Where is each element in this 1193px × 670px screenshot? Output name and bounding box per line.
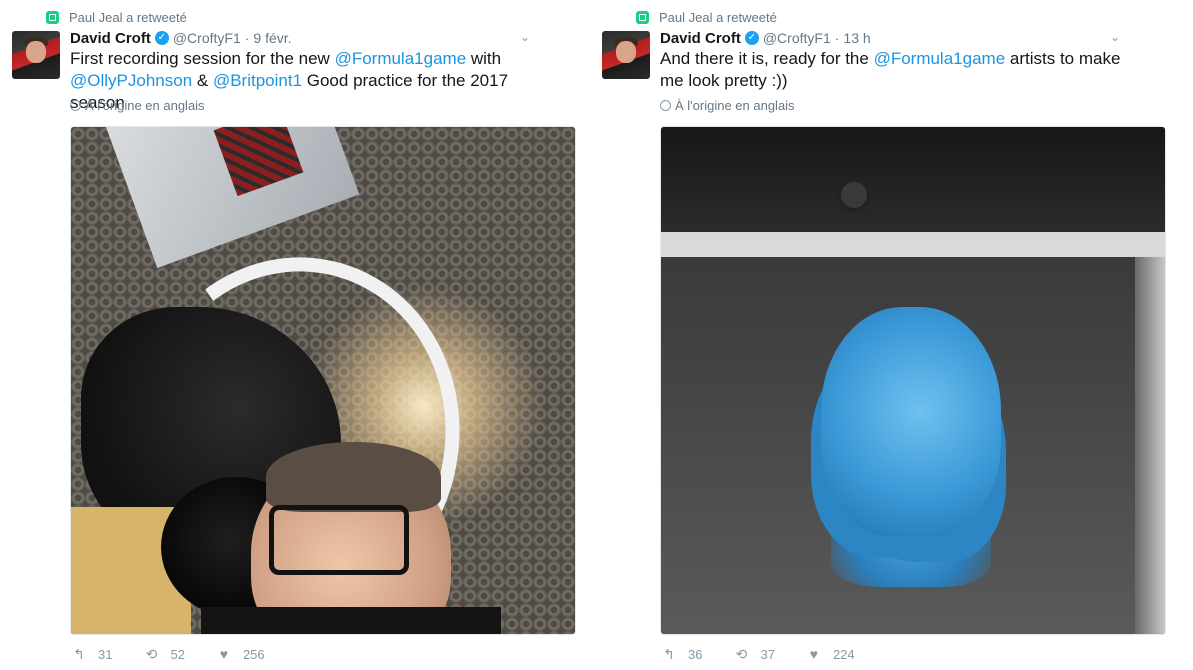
chevron-down-icon[interactable]: ⌄ (518, 30, 532, 44)
heart-icon: ♥ (809, 646, 819, 662)
retweet-label: Paul Jeal a retweeté (69, 9, 187, 25)
text-part: First recording session for the new (70, 49, 335, 68)
retweet-icon (46, 10, 59, 24)
tweet-time[interactable]: 13 h (843, 30, 870, 46)
tweet-header: David Croft ✓ @CroftyF1 · 13 h (660, 29, 871, 47)
translation-note[interactable]: À l'origine en anglais (70, 98, 205, 113)
mention-link[interactable]: @Formula1game (335, 49, 467, 68)
retweet-button[interactable]: ⟲ 52 (142, 645, 185, 663)
like-button[interactable]: ♥ 224 (805, 646, 855, 662)
reply-count: 31 (98, 646, 113, 662)
avatar[interactable] (12, 31, 60, 79)
retweet-icon: ⟲ (145, 645, 158, 662)
retweet-context: Paul Jeal a retweeté (636, 9, 777, 25)
retweet-icon: ⟲ (735, 645, 748, 662)
heart-icon: ♥ (219, 646, 229, 662)
chevron-down-icon[interactable]: ⌄ (1108, 30, 1122, 44)
like-count: 256 (242, 646, 265, 662)
retweet-count: 37 (760, 646, 775, 662)
translation-label: À l'origine en anglais (85, 98, 205, 113)
tweet-actions: ↰ 31 ⟲ 52 ♥ 256 (70, 645, 265, 663)
like-button[interactable]: ♥ 256 (215, 646, 265, 662)
mention-link[interactable]: @OllyPJohnson (70, 71, 192, 90)
author-name[interactable]: David Croft (70, 30, 151, 47)
verified-icon: ✓ (744, 31, 759, 45)
mention-link[interactable]: @Britpoint1 (213, 71, 302, 90)
reply-button[interactable]: ↰ 31 (70, 646, 112, 663)
text-part: & (192, 71, 213, 90)
mention-link[interactable]: @Formula1game (874, 49, 1006, 68)
reply-icon: ↰ (663, 645, 675, 662)
text-part: with (466, 49, 502, 68)
avatar[interactable] (602, 31, 650, 79)
translation-label: À l'origine en anglais (675, 98, 795, 113)
retweet-label: Paul Jeal a retweeté (659, 9, 777, 25)
tweet[interactable]: Paul Jeal a retweeté David Croft ✓ @Crof… (602, 0, 1166, 670)
tweet-header: David Croft ✓ @CroftyF1 · 9 févr. (70, 29, 292, 47)
globe-icon (70, 100, 81, 111)
separator-dot: · (834, 30, 840, 46)
globe-icon (660, 100, 671, 111)
verified-icon: ✓ (154, 31, 169, 45)
text-part: And there it is, ready for the (660, 49, 874, 68)
tweet-text: And there it is, ready for the @Formula1… (660, 48, 1130, 92)
tweet[interactable]: Paul Jeal a retweeté David Croft ✓ @Crof… (12, 0, 576, 670)
reply-button[interactable]: ↰ 36 (660, 646, 702, 663)
author-handle[interactable]: @CroftyF1 (763, 30, 831, 46)
reply-count: 36 (688, 646, 703, 662)
tweet-photo[interactable] (660, 126, 1166, 635)
reply-icon: ↰ (73, 645, 85, 662)
tweet-photo[interactable] (70, 126, 576, 635)
retweet-button[interactable]: ⟲ 37 (732, 645, 775, 663)
retweet-context: Paul Jeal a retweeté (46, 9, 187, 25)
author-handle[interactable]: @CroftyF1 (173, 30, 241, 46)
tweet-actions: ↰ 36 ⟲ 37 ♥ 224 (660, 645, 855, 663)
like-count: 224 (832, 646, 855, 662)
retweet-count: 52 (170, 646, 185, 662)
studio-photo (71, 127, 575, 634)
separator-dot: · (244, 30, 250, 46)
face-scan-photo (661, 127, 1165, 634)
author-name[interactable]: David Croft (660, 30, 741, 47)
translation-note[interactable]: À l'origine en anglais (660, 98, 795, 113)
tweet-time[interactable]: 9 févr. (253, 30, 291, 46)
retweet-icon (636, 10, 649, 24)
